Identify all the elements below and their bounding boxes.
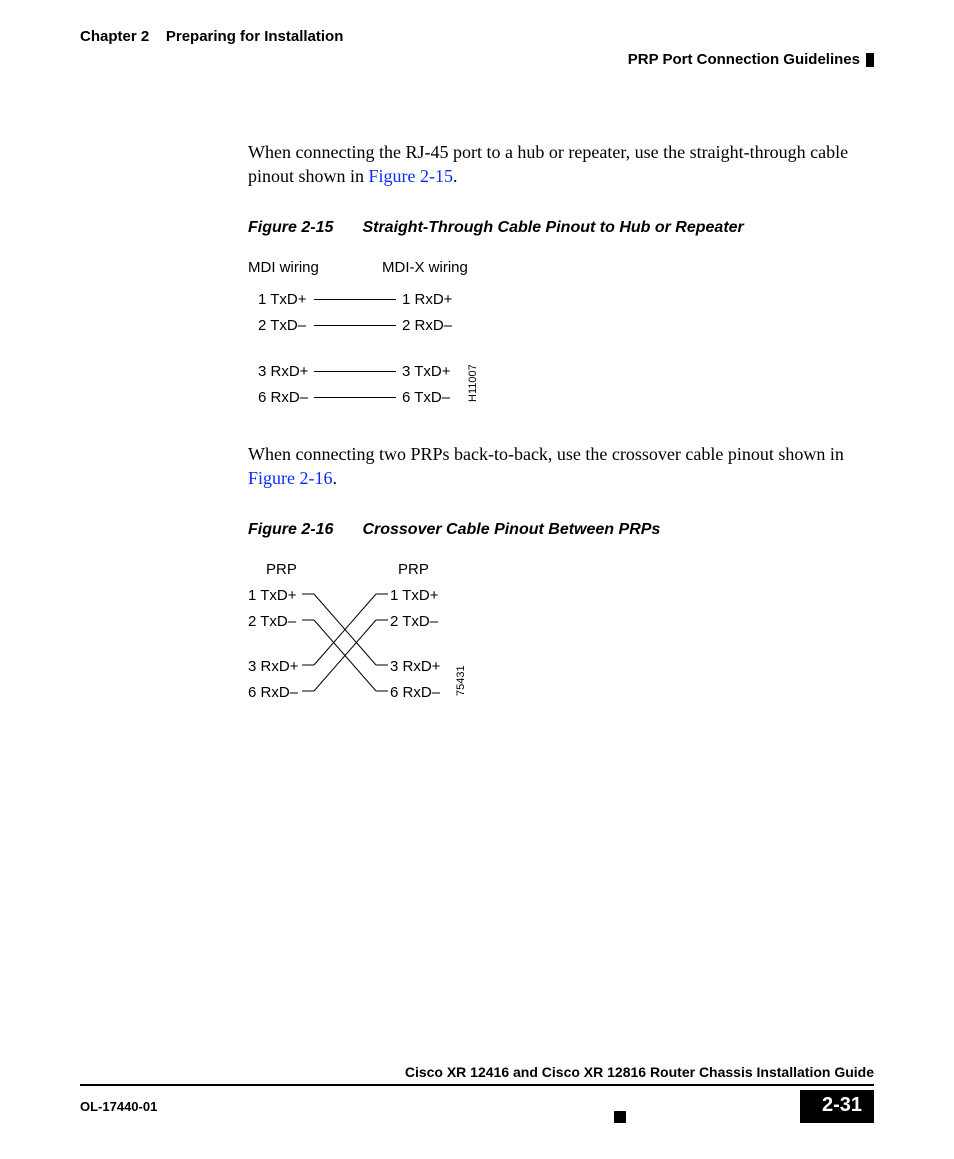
pin-label: 1 TxD+ xyxy=(390,586,439,606)
crossover-wires-icon xyxy=(302,588,388,698)
paragraph: When connecting the RJ-45 port to a hub … xyxy=(248,140,874,189)
pin-label: 3 RxD+ xyxy=(248,657,298,677)
column-head-left: MDI wiring xyxy=(248,258,319,278)
page: Chapter 2 Preparing for Installation PRP… xyxy=(0,0,954,1159)
text: When connecting the RJ-45 port to a hub … xyxy=(248,142,848,186)
pin-label: 1 TxD+ xyxy=(248,586,297,606)
pin-label: 6 RxD– xyxy=(258,388,308,408)
footer-guide-title: Cisco XR 12416 and Cisco XR 12816 Router… xyxy=(80,1064,874,1080)
text: . xyxy=(333,468,338,488)
footer-doc-id: OL-17440-01 xyxy=(80,1099,157,1114)
figure-caption: Figure 2-15 Straight-Through Cable Pinou… xyxy=(248,217,874,239)
figure-title: Crossover Cable Pinout Between PRPs xyxy=(362,521,660,538)
header-top: Chapter 2 Preparing for Installation xyxy=(80,28,874,45)
footer-marker-icon xyxy=(614,1111,626,1123)
running-header: Chapter 2 Preparing for Installation PRP… xyxy=(80,28,874,68)
figure-caption: Figure 2-16 Crossover Cable Pinout Betwe… xyxy=(248,519,874,541)
wire-line xyxy=(314,371,396,372)
column-head-left: PRP xyxy=(266,560,297,580)
figure-2-15: MDI wiring MDI-X wiring 1 TxD+ 2 TxD– 3 … xyxy=(248,258,874,418)
section-title: PRP Port Connection Guidelines xyxy=(628,51,860,68)
header-sub: PRP Port Connection Guidelines xyxy=(80,51,874,68)
paragraph: When connecting two PRPs back-to-back, u… xyxy=(248,442,874,491)
body-content: When connecting the RJ-45 port to a hub … xyxy=(248,140,874,754)
pin-label: 1 TxD+ xyxy=(258,290,307,310)
pin-label: 3 RxD+ xyxy=(258,362,308,382)
figure-id: 75431 xyxy=(454,666,469,697)
chapter-label: Chapter 2 xyxy=(80,28,149,45)
figure-number: Figure 2-16 xyxy=(248,519,358,541)
running-footer: Cisco XR 12416 and Cisco XR 12816 Router… xyxy=(80,1064,874,1123)
pin-label: 3 TxD+ xyxy=(402,362,451,382)
pin-label: 6 TxD– xyxy=(402,388,450,408)
pin-label: 2 RxD– xyxy=(402,316,452,336)
pin-label: 3 RxD+ xyxy=(390,657,440,677)
pin-label: 6 RxD– xyxy=(390,683,440,703)
chapter-title: Preparing for Installation xyxy=(166,28,344,45)
wire-line xyxy=(314,325,396,326)
figure-ref-link[interactable]: Figure 2-16 xyxy=(248,468,333,488)
pin-label: 2 TxD– xyxy=(248,612,296,632)
column-head-right: PRP xyxy=(398,560,429,580)
header-bar-icon xyxy=(866,53,874,67)
page-number: 2-31 xyxy=(800,1090,874,1123)
pin-label: 1 RxD+ xyxy=(402,290,452,310)
column-head-right: MDI-X wiring xyxy=(382,258,468,278)
figure-2-16: PRP PRP 1 TxD+ 2 TxD– 3 RxD+ 6 RxD– 1 Tx… xyxy=(248,560,874,730)
pin-label: 2 TxD– xyxy=(390,612,438,632)
pin-label: 6 RxD– xyxy=(248,683,298,703)
figure-title: Straight-Through Cable Pinout to Hub or … xyxy=(362,219,743,236)
figure-number: Figure 2-15 xyxy=(248,217,358,239)
pin-label: 2 TxD– xyxy=(258,316,306,336)
figure-ref-link[interactable]: Figure 2-15 xyxy=(369,166,454,186)
text: . xyxy=(453,166,458,186)
footer-rule xyxy=(80,1084,874,1086)
wire-line xyxy=(314,397,396,398)
figure-id: H11007 xyxy=(466,364,481,402)
text: When connecting two PRPs back-to-back, u… xyxy=(248,444,844,464)
wire-line xyxy=(314,299,396,300)
footer-row: OL-17440-01 2-31 xyxy=(80,1090,874,1123)
